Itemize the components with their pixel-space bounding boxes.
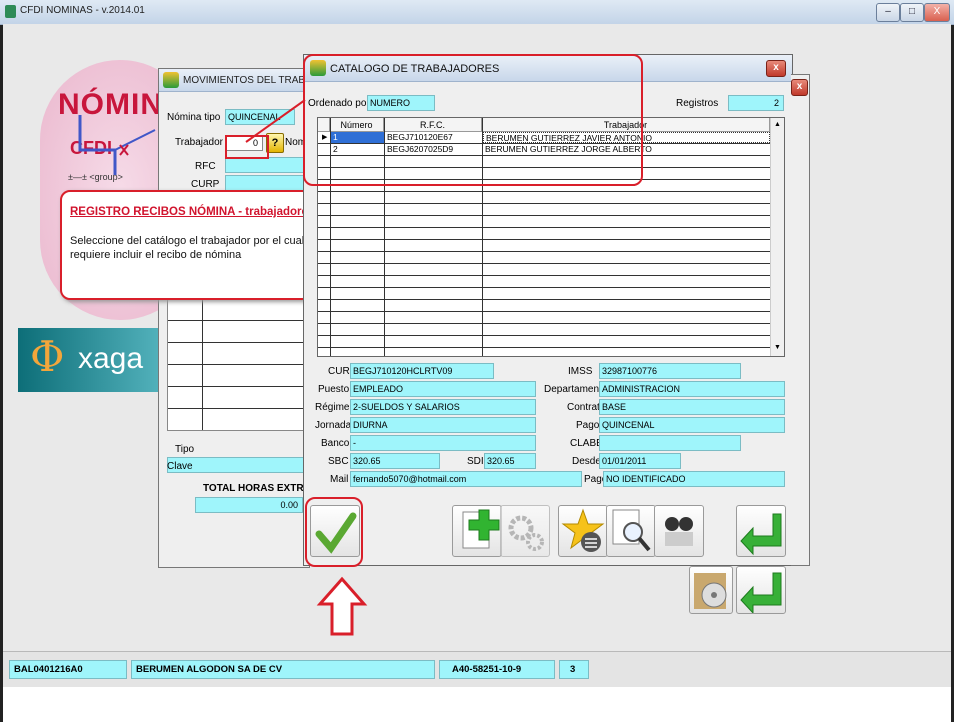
imss-label: IMSS	[568, 366, 593, 377]
app-icon	[5, 5, 16, 18]
disk-button[interactable]	[689, 566, 733, 614]
table-row[interactable]	[318, 192, 770, 204]
clave-label: Clave	[167, 461, 193, 472]
jornada-field: DIURNA	[350, 417, 536, 433]
return-button[interactable]	[736, 505, 786, 557]
phi-icon: Φ	[30, 332, 65, 381]
registros-field: 2	[728, 95, 784, 111]
sdi-field: 320.65	[484, 453, 536, 469]
table-row[interactable]	[318, 252, 770, 264]
highlight-select-button	[305, 497, 363, 567]
preview-button[interactable]	[606, 505, 656, 557]
brand-text: xaga	[78, 342, 144, 375]
imss-field: 32987100776	[599, 363, 741, 379]
sbc-field: 320.65	[350, 453, 440, 469]
jornada-label: Jornada	[315, 420, 352, 431]
desde-label: Desde	[572, 456, 601, 467]
total-horas-label: TOTAL HORAS EXTRAS	[203, 483, 318, 494]
binoculars-icon	[665, 517, 693, 546]
bottom-area	[3, 687, 951, 722]
pago-label: Pago	[576, 420, 600, 431]
pago-field: QUINCENAL	[599, 417, 785, 433]
table-row[interactable]	[318, 288, 770, 300]
departamento-field: ADMINISTRACION	[599, 381, 785, 397]
table-row[interactable]	[318, 300, 770, 312]
maximize-button[interactable]: □	[900, 3, 924, 22]
movimientos-titlebar: MOVIMIENTOS DEL TRABAJA	[159, 69, 323, 92]
grid-line	[168, 386, 306, 387]
grid-line	[168, 408, 306, 409]
table-row[interactable]	[318, 336, 770, 348]
table-row[interactable]	[318, 324, 770, 336]
brand-logo: Φ xaga	[18, 328, 168, 392]
close-window-button[interactable]: X	[924, 3, 950, 22]
status-company: BERUMEN ALGODON SA DE CV	[131, 660, 435, 679]
status-rfc: BAL0401216A0	[9, 660, 127, 679]
status-code: A40-58251-10-9	[439, 660, 555, 679]
table-row[interactable]	[318, 276, 770, 288]
mail-field: fernando5070@hotmail.com	[350, 471, 582, 487]
enter-arrow-icon	[740, 572, 782, 615]
table-row[interactable]	[318, 204, 770, 216]
close-icon[interactable]: x	[791, 79, 808, 96]
movimientos-window-edge: x	[791, 74, 810, 566]
grid-line	[168, 342, 306, 343]
grid-line	[168, 320, 306, 321]
pago2-field: NO IDENTIFICADO	[603, 471, 785, 487]
table-row[interactable]	[318, 264, 770, 276]
exit-button[interactable]	[736, 566, 786, 615]
pointer-line-icon	[225, 99, 306, 159]
puesto-label: Puesto	[318, 384, 350, 395]
banco-field: -	[350, 435, 536, 451]
tipo-label: Tipo	[175, 444, 195, 455]
clabe-label: CLABE	[570, 438, 603, 449]
plus-icon	[462, 509, 500, 549]
scroll-up-icon[interactable]: ▲	[774, 121, 781, 128]
callout-heading: REGISTRO RECIBOS NÓMINA - trabajadores	[70, 206, 315, 218]
table-row[interactable]	[318, 240, 770, 252]
minimize-button[interactable]: –	[876, 3, 900, 22]
settings-button[interactable]	[500, 505, 550, 557]
status-bar: BAL0401216A0 BERUMEN ALGODON SA DE CV A4…	[3, 651, 951, 688]
favorites-button[interactable]	[558, 505, 608, 557]
clabe-field	[599, 435, 741, 451]
regimen-field: 2-SUELDOS Y SALARIOS	[350, 399, 536, 415]
grid-line	[168, 364, 306, 365]
highlight-catalog	[303, 54, 643, 186]
disk-folder-icon	[694, 573, 727, 609]
table-row[interactable]	[318, 312, 770, 324]
gears-icon	[508, 515, 544, 551]
help-callout: REGISTRO RECIBOS NÓMINA - trabajadores S…	[60, 190, 315, 300]
grid-scrollbar[interactable]: ▲ ▼	[770, 118, 784, 356]
puesto-field: EMPLEADO	[350, 381, 536, 397]
mail-label: Mail	[330, 474, 349, 485]
add-button[interactable]	[452, 505, 502, 557]
up-arrow-icon	[316, 576, 368, 636]
table-row[interactable]	[318, 228, 770, 240]
callout-body: Seleccione del catálogo el trabajador po…	[70, 235, 305, 261]
enter-arrow-icon	[740, 513, 782, 556]
status-number: 3	[559, 660, 589, 679]
close-icon[interactable]: x	[766, 60, 786, 77]
sbc-label: SBC	[328, 456, 349, 467]
window-app-icon	[163, 72, 179, 88]
desde-field: 01/01/2011	[599, 453, 681, 469]
arrow-decoration-icon	[78, 115, 156, 175]
departamento-label: Departamento	[544, 384, 608, 395]
contrato-field: BASE	[599, 399, 785, 415]
magnifier-document-icon	[612, 509, 651, 552]
window-title: CFDI NOMINAS - v.2014.01	[20, 5, 145, 16]
curp-detail-field: BEGJ710120HCLRTV09	[350, 363, 494, 379]
table-row[interactable]	[318, 216, 770, 228]
movimientos-grid[interactable]	[167, 297, 307, 431]
banco-label: Banco	[321, 438, 350, 449]
star-list-icon	[561, 508, 605, 552]
title-bar: CFDI NOMINAS - v.2014.01 – □ X	[0, 0, 954, 25]
search-button[interactable]	[654, 505, 704, 557]
total-horas-field: 0.00	[195, 497, 303, 513]
registros-label: Registros	[676, 98, 719, 109]
sdi-label: SDI	[467, 456, 484, 467]
scroll-down-icon[interactable]: ▼	[774, 344, 781, 351]
